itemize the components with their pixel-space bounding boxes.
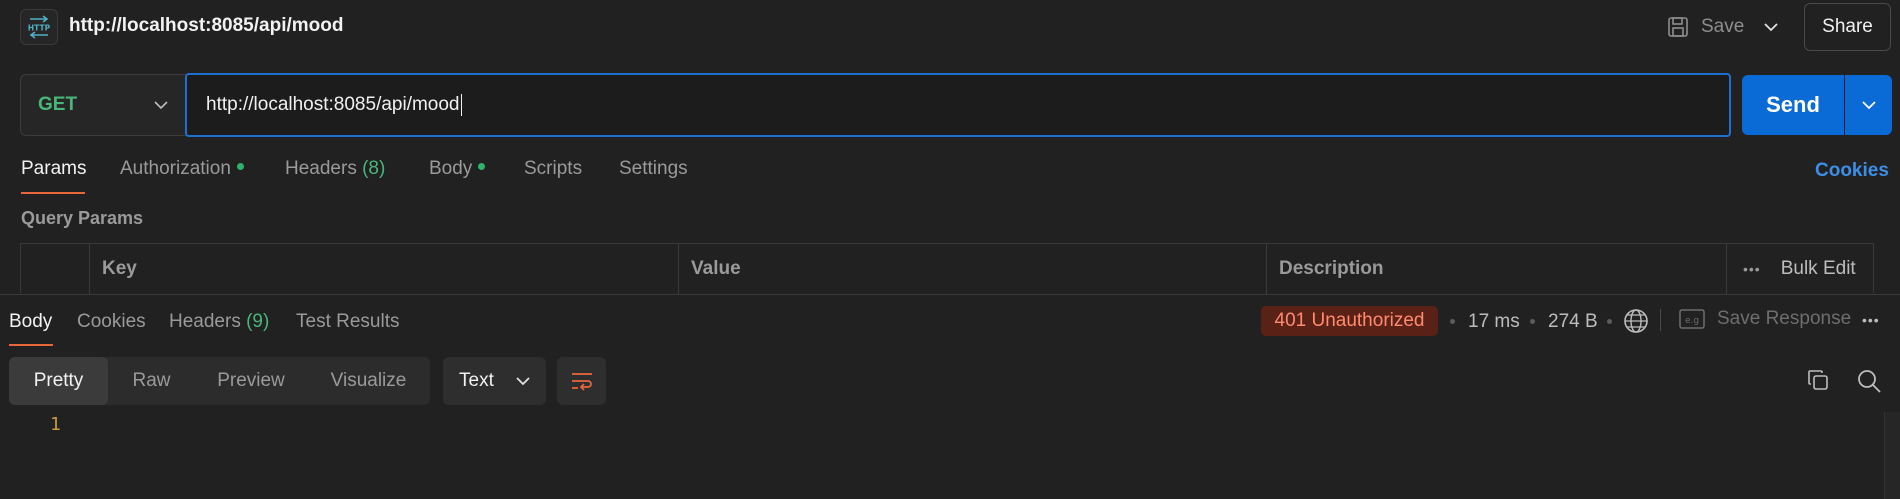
send-button[interactable]: Send (1742, 75, 1844, 135)
save-response-label: Save Response (1717, 308, 1852, 329)
bulk-edit-cell: ••• Bulk Edit (1726, 244, 1875, 294)
wrap-lines-button[interactable] (557, 357, 606, 405)
response-time[interactable]: 17 ms (1468, 311, 1520, 333)
format-label: Text (459, 370, 494, 391)
url-text: http://localhost:8085/api/mood (206, 94, 460, 115)
separator-dot (1450, 319, 1455, 324)
request-title[interactable]: http://localhost:8085/api/mood (69, 15, 343, 37)
save-icon (1668, 17, 1688, 37)
response-tab-cookies[interactable]: Cookies (77, 311, 146, 333)
save-response-button[interactable]: e.g Save Response (1679, 308, 1851, 330)
authorization-indicator-dot (236, 163, 244, 171)
tab-settings[interactable]: Settings (619, 158, 688, 180)
tab-authorization[interactable]: Authorization (120, 158, 244, 180)
view-mode-group: Pretty Raw Preview Visualize (9, 357, 430, 405)
response-tab-headers[interactable]: Headers (9) (169, 311, 269, 333)
method-label: GET (38, 94, 78, 115)
query-params-title: Query Params (21, 208, 144, 228)
tab-authorization-label: Authorization (120, 158, 231, 179)
send-options-chevron-icon[interactable] (1845, 75, 1892, 135)
save-options-chevron-icon[interactable] (1760, 16, 1782, 38)
tab-body-label: Body (429, 158, 473, 179)
column-value: Value (678, 244, 1266, 294)
response-tab-headers-label: Headers (169, 311, 241, 332)
tab-headers-label: Headers (285, 158, 357, 179)
pane-divider[interactable] (0, 294, 1900, 295)
response-size[interactable]: 274 B (1548, 311, 1598, 333)
status-badge[interactable]: 401 Unauthorized (1261, 306, 1438, 336)
search-icon[interactable] (1856, 368, 1882, 399)
wrap-lines-icon (571, 373, 592, 391)
network-globe-icon[interactable] (1623, 308, 1649, 339)
save-response-icon: e.g (1679, 309, 1705, 329)
column-key: Key (89, 244, 678, 294)
method-select[interactable]: GET (20, 74, 186, 136)
bulk-edit-button[interactable]: Bulk Edit (1781, 258, 1856, 280)
url-input[interactable]: http://localhost:8085/api/mood (185, 73, 1731, 137)
more-options-icon[interactable]: ••• (1743, 261, 1761, 277)
chevron-down-icon (154, 100, 168, 109)
save-label: Save (1701, 16, 1745, 37)
tab-headers[interactable]: Headers (8) (285, 158, 385, 180)
separator-dot (1607, 319, 1612, 324)
tab-params[interactable]: Params (21, 158, 86, 180)
view-pretty-button[interactable]: Pretty (9, 357, 108, 405)
active-response-tab-indicator (9, 344, 53, 346)
copy-icon[interactable] (1806, 368, 1830, 397)
cookies-link[interactable]: Cookies (1815, 160, 1889, 182)
http-request-icon: HTTP (20, 9, 58, 45)
chevron-down-icon (516, 376, 530, 385)
response-tab-body[interactable]: Body (9, 311, 52, 333)
response-tab-test-results[interactable]: Test Results (296, 311, 399, 333)
tab-body[interactable]: Body (429, 158, 486, 180)
column-description: Description (1266, 244, 1726, 294)
view-visualize-button[interactable]: Visualize (307, 357, 430, 405)
toolbar-separator (1660, 309, 1661, 331)
view-raw-button[interactable]: Raw (108, 357, 195, 405)
text-cursor (460, 94, 462, 116)
view-preview-button[interactable]: Preview (195, 357, 307, 405)
response-headers-count: (9) (246, 311, 270, 332)
separator-dot (1530, 319, 1535, 324)
format-select[interactable]: Text (443, 357, 546, 405)
response-more-options-icon[interactable]: ••• (1862, 312, 1880, 328)
active-tab-indicator (21, 192, 85, 194)
share-button[interactable]: Share (1804, 3, 1891, 51)
tab-scripts[interactable]: Scripts (524, 158, 582, 180)
vertical-scrollbar[interactable] (1884, 412, 1900, 499)
line-number: 1 (50, 414, 61, 435)
svg-text:e.g: e.g (1685, 316, 1699, 326)
headers-count: (8) (362, 158, 386, 179)
http-icon-text: HTTP (28, 24, 51, 33)
body-indicator-dot (478, 163, 486, 171)
save-button[interactable]: Save (1667, 12, 1744, 42)
query-params-table: Key Value Description ••• Bulk Edit (20, 243, 1875, 294)
checkbox-column (21, 244, 89, 294)
